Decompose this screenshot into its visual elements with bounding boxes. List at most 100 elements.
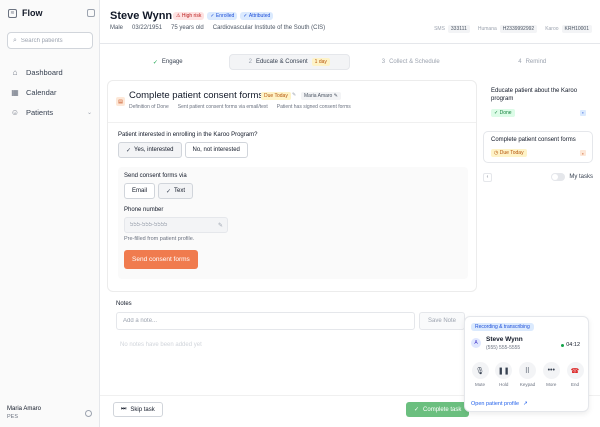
assignee-badge[interactable]: Maria Amaro ✎ [301,92,341,100]
brand[interactable]: ≋ Flow [8,8,43,18]
task-card: ▤ Complete patient consent forms Due Tod… [107,80,477,292]
patient-header: Steve Wynn ⚠ High risk ✓ Enrolled ✓ Attr… [100,0,600,44]
status-badge: ◷ Due Today [491,149,527,158]
logo-icon: ≋ [8,8,17,18]
clipboard-icon: ▤ [116,97,125,106]
user-role: PES [7,414,19,420]
status-badge: ✓ Enrolled [207,12,238,20]
mute-button[interactable]: 🎙 Mute [469,362,491,387]
search-icon: ⌕ [13,36,17,44]
sidebar-item-dashboard[interactable]: ⌂ Dashboard [6,62,94,82]
check-icon: ✓ [152,59,158,66]
task-type-icon: ▪ [580,109,586,116]
sidebar-collapse-icon[interactable] [87,9,95,17]
consent-send-panel: Send consent forms via Email ✓ Text Phon… [118,167,468,279]
patient-ids: SMS 333111 Humana H2339992992 Karoo KRH1000… [434,25,592,33]
enroll-question: Patient interested in enrolling in the K… [118,132,258,138]
due-badge: 1 day [311,58,330,66]
id-humana: Humana H2339992992 [478,25,538,33]
sidebar-item-label: Patients [26,107,54,117]
prefill-note: Pre-filled from patient profile. [124,236,195,242]
text-option-button[interactable]: ✓ Text [158,183,194,199]
patient-institute: Cardiovascular Institute of the South (C… [212,25,326,31]
user-name: Maria Amaro [7,406,42,412]
due-badge: Due Today [261,92,291,100]
task-title: Complete patient consent forms [129,90,264,101]
step-collect-schedule[interactable]: 3 Collect & Schedule [350,54,472,70]
send-via-label: Send consent forms via [124,173,187,179]
note-input[interactable] [116,312,415,330]
workflow-stepper: ✓ Engage 2 Educate & Consent 1 day 3 Col… [107,54,593,70]
external-link-icon: ↗ [523,401,528,407]
home-icon: ⌂ [12,67,18,77]
phone-input[interactable] [130,222,218,228]
sidebar-nav: ⌂ Dashboard ▦ Calendar ☺ Patients ⌄ [6,62,94,122]
sidebar-item-patients[interactable]: ☺ Patients ⌄ [6,102,94,122]
mic-off-icon: 🎙 [471,362,489,379]
current-user[interactable]: Maria Amaro PES [7,406,95,420]
live-indicator-icon [561,343,565,347]
caller-phone: (555) 555-5555 [486,345,521,351]
status-badge: ⚠ High risk [173,12,205,20]
pause-icon: ❚❚ [495,362,513,379]
open-patient-profile-link[interactable]: Open patient profile ↗ [471,401,528,407]
status-badge: ✓ Done [491,108,515,117]
task-list: Educate patient about the Karoo program … [483,82,593,182]
step-remind[interactable]: 4 Remind [472,54,594,70]
check-icon: ✓ [126,147,132,154]
sidebar-item-label: Dashboard [26,67,63,77]
send-via-options: Email ✓ Text [124,183,194,199]
chevron-down-icon[interactable]: ⌄ [87,109,92,116]
keypad-button[interactable]: ⠿ Keypad [517,362,539,387]
call-widget: Recording & transcribing A Steve Wynn (5… [464,316,589,412]
skip-icon: ⏭ [121,406,127,412]
chevron-left-icon[interactable]: ‹ [483,172,492,182]
yes-interested-button[interactable]: ✓ Yes, interested [118,142,182,158]
patient-badges: ⚠ High risk ✓ Enrolled ✓ Attributed [173,12,274,20]
patient-search[interactable]: ⌕ [7,32,93,49]
sidebar-item-calendar[interactable]: ▦ Calendar [6,82,94,102]
recording-badge: Recording & transcribing [471,323,534,331]
edit-icon[interactable]: ✎ [218,222,223,229]
email-option-button[interactable]: Email [124,183,156,199]
task-list-item[interactable]: Educate patient about the Karoo program … [483,82,593,123]
step-engage[interactable]: ✓ Engage [107,54,229,70]
phone-label: Phone number [124,207,164,213]
task-list-item-current[interactable]: Complete patient consent forms ◷ Due Tod… [483,130,593,164]
avatar: A [471,338,481,348]
sidebar: ≋ Flow ⌕ ⌂ Dashboard ▦ Calendar ☺ Patien… [0,0,100,427]
status-badge: ✓ Attributed [240,12,274,20]
phone-field[interactable]: ✎ [124,217,228,233]
check-icon: ✓ [414,407,420,413]
end-call-button[interactable]: ☎ End [564,362,586,387]
keypad-icon: ⠿ [519,362,536,379]
save-note-button[interactable]: Save Note [419,312,465,330]
my-tasks-toggle[interactable] [551,173,566,181]
sidebar-item-label: Calendar [26,87,57,97]
user-menu-icon[interactable] [85,410,92,417]
more-button[interactable]: ••• More [540,362,562,387]
id-sms: SMS 333111 [434,25,470,33]
skip-task-button[interactable]: ⏭ Skip task [113,402,163,417]
patient-sex: Male [110,25,124,31]
calendar-icon: ▦ [11,87,19,97]
call-timer: 04:12 [561,342,580,348]
patient-dob: 03/22/1951 [132,25,163,31]
edit-icon[interactable]: ✎ [292,92,296,98]
notes-label: Notes [116,301,132,307]
phone-hangup-icon: ☎ [566,362,584,379]
id-karoo: Karoo KRH10001 [545,25,592,33]
more-icon: ••• [542,362,560,379]
complete-task-button[interactable]: ✓ Complete task [406,402,470,417]
search-input[interactable] [20,37,89,44]
app-name: Flow [22,8,43,18]
call-controls: 🎙 Mute ❚❚ Hold ⠿ Keypad ••• More ☎ End [469,362,586,387]
divider [108,122,476,123]
send-consent-button[interactable]: Send consent forms [124,250,198,269]
patient-age: 75 years old [171,25,204,31]
hold-button[interactable]: ❚❚ Hold [493,362,515,387]
clipboard-icon: ▪ [580,150,586,157]
step-educate-consent[interactable]: 2 Educate & Consent 1 day [228,54,350,70]
not-interested-button[interactable]: No, not interested [184,142,248,158]
empty-notes: No notes have been added yet [120,342,202,348]
